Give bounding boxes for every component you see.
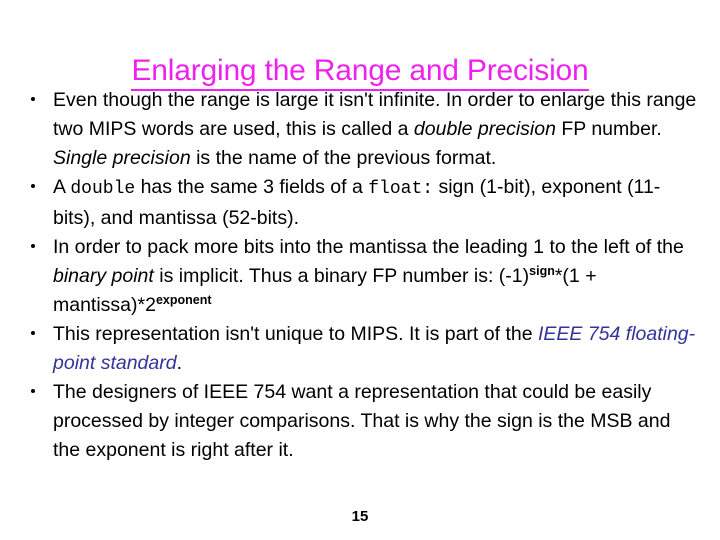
slide-body: Even though the range is large it isn't … bbox=[24, 86, 700, 465]
body-text: A bbox=[53, 176, 71, 198]
superscript-text: sign bbox=[529, 264, 555, 278]
body-text: In order to pack more bits into the mant… bbox=[53, 236, 684, 258]
body-text: has the same 3 fields of a bbox=[135, 176, 369, 198]
bullet-integer-comparisons: The designers of IEEE 754 want a represe… bbox=[24, 378, 700, 465]
presentation-slide: Enlarging the Range and Precision Even t… bbox=[0, 0, 720, 540]
bullet-dot-icon bbox=[31, 244, 35, 248]
bullet-ieee-754: This representation isn't unique to MIPS… bbox=[24, 320, 700, 378]
page-number: 15 bbox=[351, 508, 369, 525]
bullet-double-fields: A double has the same 3 fields of a floa… bbox=[24, 173, 700, 233]
superscript-text: exponent bbox=[155, 293, 212, 307]
bullet-range-not-infinite: Even though the range is large it isn't … bbox=[24, 86, 700, 173]
body-text: The designers of IEEE 754 want a represe… bbox=[53, 381, 671, 461]
code-text: double bbox=[70, 179, 136, 199]
bullet-dot-icon bbox=[31, 389, 35, 393]
body-text: . bbox=[176, 352, 183, 374]
bullet-dot-icon bbox=[31, 331, 35, 335]
body-text: FP number. bbox=[555, 118, 662, 140]
bullet-dot-icon bbox=[31, 97, 35, 101]
body-text: This representation isn't unique to MIPS… bbox=[53, 323, 538, 345]
body-text: is implicit. Thus a binary FP number is:… bbox=[153, 265, 530, 287]
emphasis-text: Single precision bbox=[53, 147, 191, 169]
code-text: float: bbox=[368, 179, 434, 199]
emphasis-text: double precision bbox=[413, 118, 556, 140]
bullet-dot-icon bbox=[31, 184, 35, 188]
bullet-implicit-leading-one: In order to pack more bits into the mant… bbox=[24, 233, 700, 320]
bullet-list: Even though the range is large it isn't … bbox=[24, 86, 700, 465]
body-text: is the name of the previous format. bbox=[190, 147, 497, 169]
emphasis-text: binary point bbox=[53, 265, 154, 287]
